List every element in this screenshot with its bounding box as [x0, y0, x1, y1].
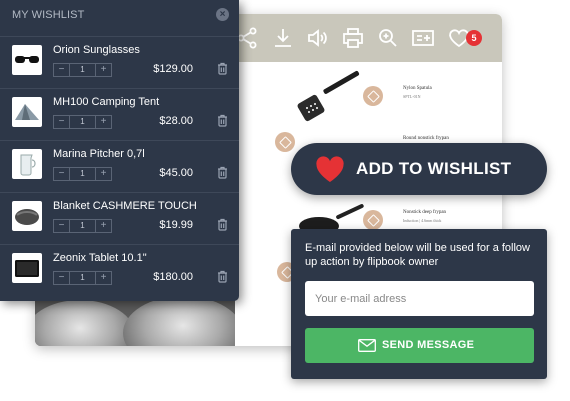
envelope-icon	[358, 339, 376, 352]
add-to-wishlist-label: ADD TO WISHLIST	[356, 159, 512, 178]
quantity-stepper[interactable]: − 1 +	[53, 115, 112, 129]
quantity-value[interactable]: 1	[70, 168, 95, 180]
heart-icon	[315, 156, 345, 183]
email-info-text: E-mail provided below will be used for a…	[305, 242, 530, 268]
quantity-stepper[interactable]: − 1 +	[53, 167, 112, 181]
trash-icon[interactable]	[217, 114, 228, 127]
email-field[interactable]	[305, 281, 534, 316]
add-note-icon[interactable]	[411, 26, 435, 50]
email-form: E-mail provided below will be used for a…	[291, 229, 547, 379]
item-name: Blanket CASHMERE TOUCH	[53, 200, 197, 212]
wishlist-item: Blanket CASHMERE TOUCH − 1 + $19.99	[0, 192, 239, 244]
decrease-button[interactable]: −	[54, 168, 70, 180]
quantity-stepper[interactable]: − 1 +	[53, 219, 112, 233]
increase-button[interactable]: +	[95, 64, 111, 76]
decrease-button[interactable]: −	[54, 220, 70, 232]
product-sub: Induction | 4.6mm thick	[403, 218, 442, 223]
trash-icon[interactable]	[217, 166, 228, 179]
item-price: $129.00	[153, 63, 193, 75]
blanket-thumbnail	[12, 201, 42, 231]
pitcher-thumbnail	[12, 149, 42, 179]
pans-photo	[35, 296, 235, 346]
send-message-label: SEND MESSAGE	[382, 339, 475, 351]
wishlist-count-badge: 5	[466, 30, 482, 46]
wishlist-item: MH100 Camping Tent − 1 + $28.00	[0, 88, 239, 140]
tag-badge[interactable]	[363, 86, 383, 106]
quantity-value[interactable]: 1	[70, 220, 95, 232]
quantity-value[interactable]: 1	[70, 64, 95, 76]
trash-icon[interactable]	[217, 62, 228, 75]
wishlist-title: MY WISHLIST	[12, 9, 85, 21]
item-price: $28.00	[159, 115, 193, 127]
trash-icon[interactable]	[217, 270, 228, 283]
download-icon[interactable]	[271, 26, 295, 50]
increase-button[interactable]: +	[95, 220, 111, 232]
sound-icon[interactable]	[305, 26, 329, 50]
quantity-value[interactable]: 1	[70, 272, 95, 284]
decrease-button[interactable]: −	[54, 116, 70, 128]
wishlist-panel: MY WISHLIST × Orion Sunglasses − 1 + $12…	[0, 0, 239, 301]
product-title: Round nonstick frypan	[403, 136, 449, 141]
tag-badge[interactable]	[363, 210, 383, 230]
wishlist-item: Zeonix Tablet 10.1" − 1 + $180.00	[0, 244, 239, 296]
tablet-thumbnail	[12, 253, 42, 283]
tent-thumbnail	[12, 97, 42, 127]
screen: 5 Nylon Spatula SPTL-01N Round nonstick …	[0, 0, 570, 401]
wishlist-item: Orion Sunglasses − 1 + $129.00	[0, 36, 239, 88]
zoom-icon[interactable]	[376, 26, 400, 50]
item-price: $45.00	[159, 167, 193, 179]
increase-button[interactable]: +	[95, 116, 111, 128]
send-message-button[interactable]: SEND MESSAGE	[305, 328, 534, 363]
increase-button[interactable]: +	[95, 168, 111, 180]
decrease-button[interactable]: −	[54, 272, 70, 284]
item-price: $19.99	[159, 219, 193, 231]
quantity-stepper[interactable]: − 1 +	[53, 271, 112, 285]
quantity-stepper[interactable]: − 1 +	[53, 63, 112, 77]
quantity-value[interactable]: 1	[70, 116, 95, 128]
item-price: $180.00	[153, 271, 193, 283]
close-icon[interactable]: ×	[216, 8, 229, 21]
item-name: Marina Pitcher 0,7l	[53, 148, 145, 160]
decrease-button[interactable]: −	[54, 64, 70, 76]
item-name: MH100 Camping Tent	[53, 96, 160, 108]
product-sub: SPTL-01N	[403, 94, 421, 99]
trash-icon[interactable]	[217, 218, 228, 231]
tag-badge[interactable]	[275, 132, 295, 152]
product-title: Nylon Spatula	[403, 86, 432, 91]
print-icon[interactable]	[341, 26, 365, 50]
add-to-wishlist-button[interactable]: ADD TO WISHLIST	[291, 143, 547, 195]
sunglasses-thumbnail	[12, 45, 42, 75]
increase-button[interactable]: +	[95, 272, 111, 284]
spatula-image	[297, 70, 367, 130]
item-name: Zeonix Tablet 10.1"	[53, 252, 147, 264]
product-title: Nonstick deep frypan	[403, 210, 447, 215]
item-name: Orion Sunglasses	[53, 44, 140, 56]
wishlist-item: Marina Pitcher 0,7l − 1 + $45.00	[0, 140, 239, 192]
